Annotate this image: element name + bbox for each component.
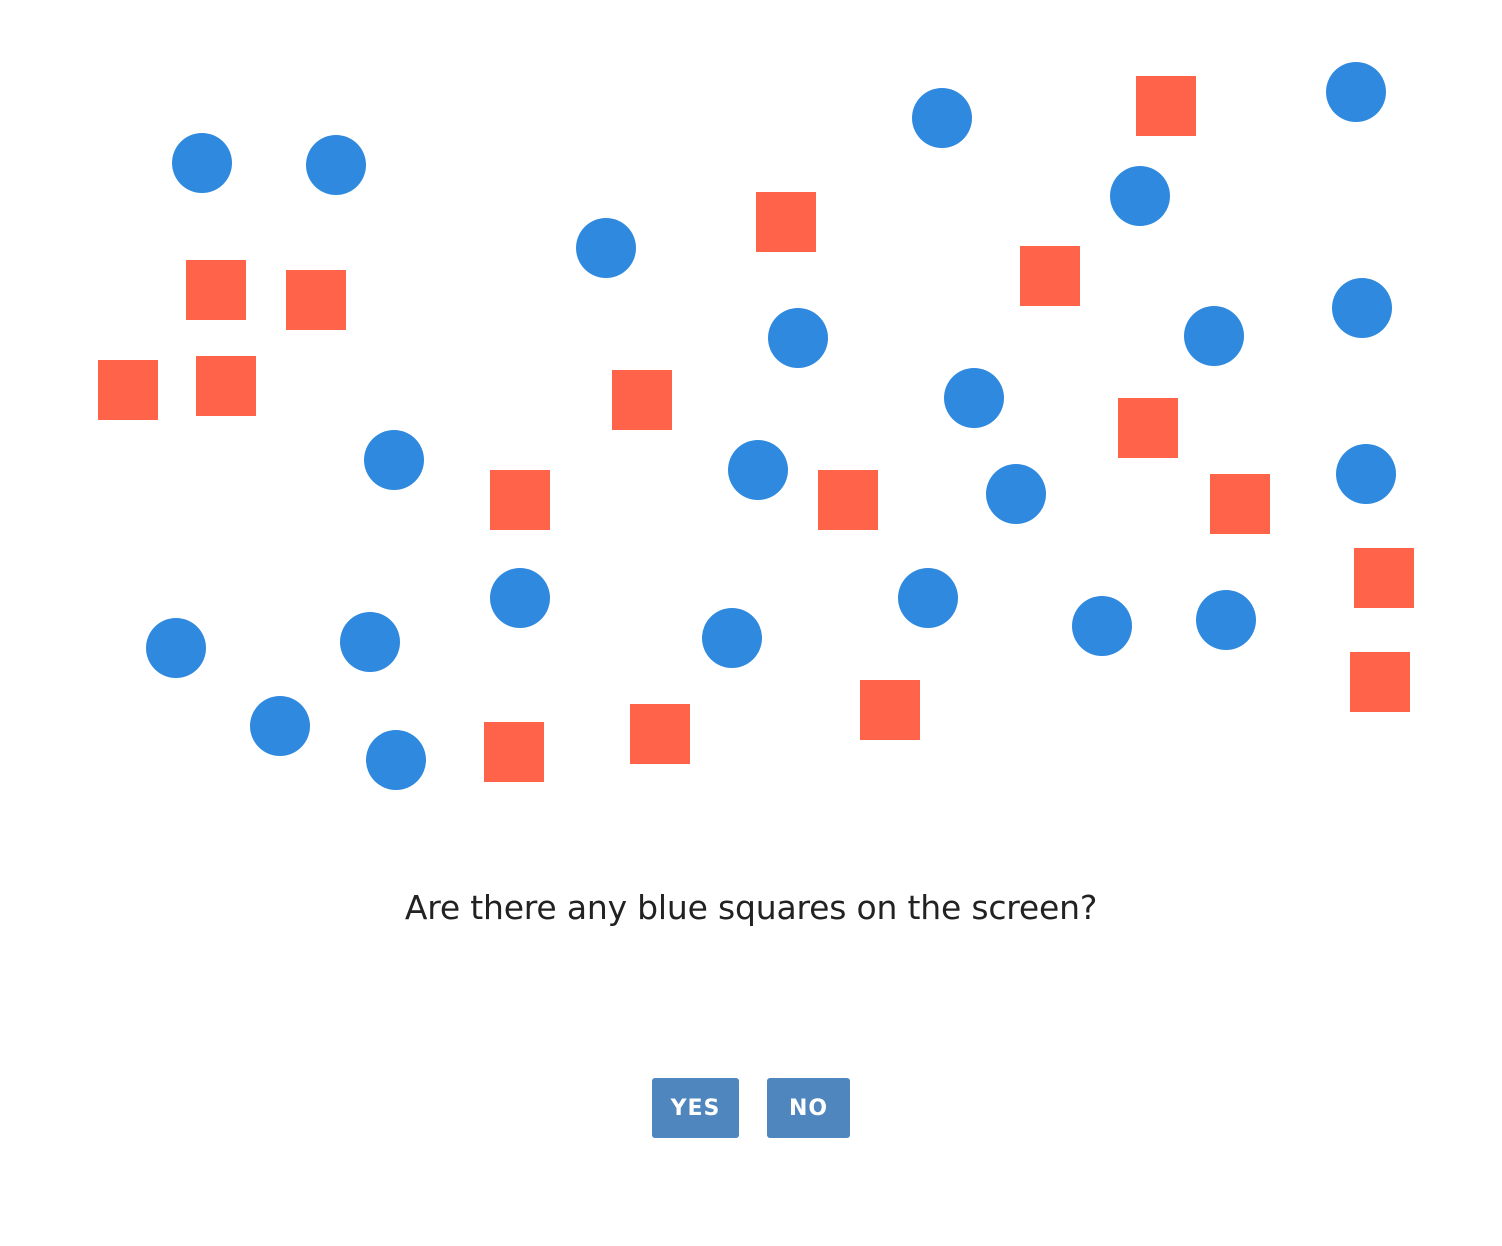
yes-button[interactable]: YES xyxy=(652,1078,739,1138)
red-square xyxy=(1020,246,1080,306)
blue-circle xyxy=(306,135,366,195)
blue-circle xyxy=(768,308,828,368)
red-square xyxy=(612,370,672,430)
blue-circle xyxy=(364,430,424,490)
blue-circle xyxy=(340,612,400,672)
red-square xyxy=(1118,398,1178,458)
red-square xyxy=(1350,652,1410,712)
blue-circle xyxy=(702,608,762,668)
red-square xyxy=(818,470,878,530)
blue-circle xyxy=(366,730,426,790)
blue-circle xyxy=(146,618,206,678)
red-square xyxy=(1210,474,1270,534)
red-square xyxy=(860,680,920,740)
blue-circle xyxy=(576,218,636,278)
blue-circle xyxy=(728,440,788,500)
blue-circle xyxy=(944,368,1004,428)
blue-circle xyxy=(1110,166,1170,226)
blue-circle xyxy=(490,568,550,628)
red-square xyxy=(196,356,256,416)
no-button[interactable]: NO xyxy=(767,1078,850,1138)
red-square xyxy=(1354,548,1414,608)
blue-circle xyxy=(1196,590,1256,650)
blue-circle xyxy=(1336,444,1396,504)
red-square xyxy=(490,470,550,530)
blue-circle xyxy=(912,88,972,148)
blue-circle xyxy=(172,133,232,193)
red-square xyxy=(484,722,544,782)
red-square xyxy=(756,192,816,252)
blue-circle xyxy=(250,696,310,756)
question-text: Are there any blue squares on the screen… xyxy=(404,888,1098,927)
red-square xyxy=(630,704,690,764)
stimulus-display xyxy=(98,62,1414,790)
red-square xyxy=(186,260,246,320)
blue-circle xyxy=(986,464,1046,524)
red-square xyxy=(1136,76,1196,136)
red-square xyxy=(286,270,346,330)
red-square xyxy=(98,360,158,420)
blue-circle xyxy=(1332,278,1392,338)
blue-circle xyxy=(1184,306,1244,366)
blue-circle xyxy=(1326,62,1386,122)
blue-circle xyxy=(898,568,958,628)
blue-circle xyxy=(1072,596,1132,656)
answer-buttons: YES NO xyxy=(0,1078,1502,1138)
